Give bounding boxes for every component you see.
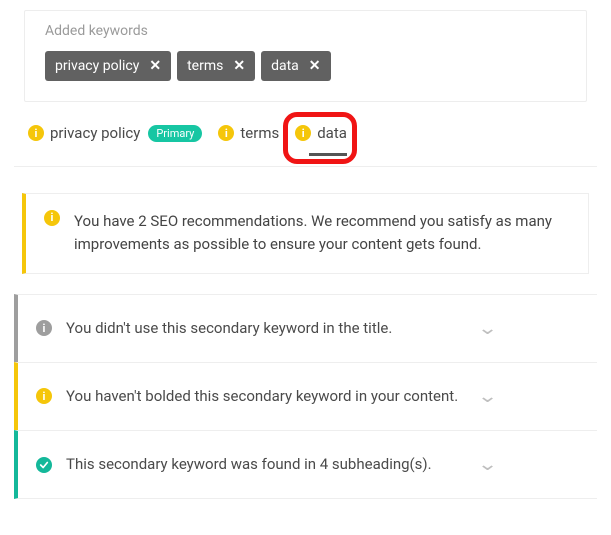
seo-item-text: You didn't use this secondary keyword in… bbox=[66, 317, 466, 340]
keyword-tabs: i privacy policy Primary i terms i data bbox=[14, 120, 597, 167]
close-icon[interactable]: ✕ bbox=[149, 58, 161, 74]
seo-item-text: This secondary keyword was found in 4 su… bbox=[66, 453, 466, 476]
seo-item[interactable]: This secondary keyword was found in 4 su… bbox=[14, 430, 597, 499]
added-keywords-box: Added keywords privacy policy ✕ terms ✕ … bbox=[24, 10, 587, 102]
seo-item-text: You haven't bolded this secondary keywor… bbox=[66, 385, 466, 408]
chevron-down-icon[interactable]: ⌄ bbox=[477, 386, 498, 407]
check-icon bbox=[36, 457, 52, 473]
info-icon: i bbox=[218, 125, 234, 141]
recommendation-text: You have 2 SEO recommendations. We recom… bbox=[74, 210, 570, 257]
info-icon: i bbox=[295, 125, 311, 141]
tab-data[interactable]: i data bbox=[295, 124, 347, 156]
tab-label: data bbox=[317, 124, 347, 142]
info-icon: i bbox=[28, 125, 44, 141]
keyword-chips: privacy policy ✕ terms ✕ data ✕ bbox=[45, 51, 566, 81]
chip-label: terms bbox=[187, 58, 223, 74]
info-icon: i bbox=[36, 320, 52, 336]
tab-terms[interactable]: i terms bbox=[218, 124, 279, 156]
chevron-down-icon[interactable]: ⌄ bbox=[477, 454, 498, 475]
close-icon[interactable]: ✕ bbox=[309, 58, 321, 74]
chip-label: privacy policy bbox=[55, 58, 139, 74]
tab-privacy-policy[interactable]: i privacy policy Primary bbox=[28, 124, 202, 156]
recommendation-box: i You have 2 SEO recommendations. We rec… bbox=[22, 193, 589, 274]
info-icon: i bbox=[36, 388, 52, 404]
seo-item[interactable]: i You haven't bolded this secondary keyw… bbox=[14, 362, 597, 430]
close-icon[interactable]: ✕ bbox=[233, 58, 245, 74]
added-keywords-title: Added keywords bbox=[45, 23, 566, 39]
keyword-chip[interactable]: data ✕ bbox=[261, 51, 330, 81]
seo-item[interactable]: i You didn't use this secondary keyword … bbox=[14, 294, 597, 362]
chip-label: data bbox=[271, 58, 299, 74]
info-icon: i bbox=[44, 210, 60, 226]
keyword-chip[interactable]: terms ✕ bbox=[177, 51, 255, 81]
keyword-chip[interactable]: privacy policy ✕ bbox=[45, 51, 171, 81]
tab-label: terms bbox=[240, 124, 279, 142]
tab-label: privacy policy bbox=[50, 124, 140, 142]
chevron-down-icon[interactable]: ⌄ bbox=[477, 318, 498, 339]
primary-badge: Primary bbox=[148, 125, 202, 142]
